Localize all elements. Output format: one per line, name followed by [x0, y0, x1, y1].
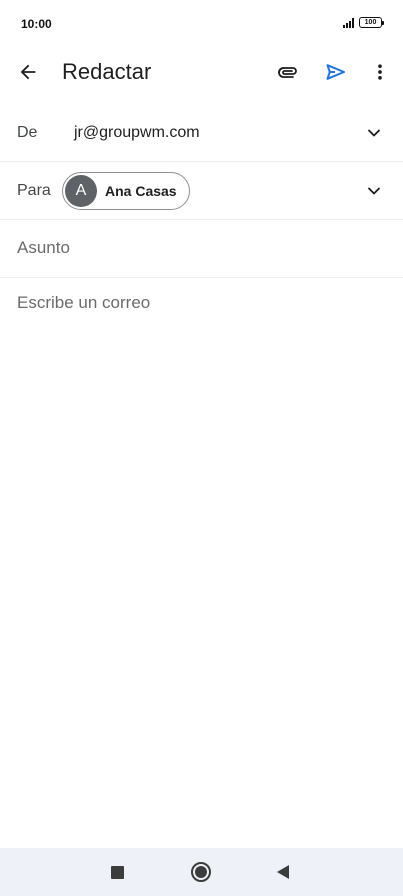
signal-icon [343, 17, 354, 28]
chevron-down-icon [368, 129, 380, 137]
to-label: Para [17, 182, 51, 199]
recents-icon[interactable] [111, 866, 124, 879]
attach-button[interactable] [272, 58, 304, 86]
send-icon [326, 64, 345, 80]
recipient-chip[interactable]: A Ana Casas [62, 172, 190, 210]
to-row[interactable]: Para A Ana Casas [0, 162, 403, 220]
avatar: A [65, 175, 97, 207]
home-icon[interactable] [191, 862, 211, 882]
status-icons: 100 [343, 17, 384, 28]
battery-level: 100 [364, 19, 377, 26]
back-icon[interactable] [277, 865, 289, 879]
recipient-name: Ana Casas [105, 183, 177, 199]
status-time: 10:00 [21, 17, 52, 31]
from-address[interactable]: jr@groupwm.com [74, 124, 200, 142]
from-row[interactable]: De jr@groupwm.com [0, 104, 403, 162]
from-expand-button[interactable] [362, 121, 386, 145]
status-bar: 10:00 100 [0, 0, 403, 48]
chevron-down-icon [368, 187, 380, 195]
battery-icon: 100 [359, 17, 384, 28]
more-vert-icon [378, 64, 382, 80]
paperclip-icon [278, 67, 297, 78]
from-label: De [17, 124, 38, 141]
subject-input[interactable]: Asunto [17, 238, 70, 258]
to-expand-button[interactable] [362, 179, 386, 203]
back-button[interactable] [12, 58, 44, 86]
page-title: Redactar [62, 59, 152, 84]
more-options-button[interactable] [366, 58, 394, 86]
app-bar: Redactar [0, 48, 403, 96]
send-button[interactable] [320, 58, 352, 86]
navigation-bar [0, 848, 403, 896]
body-input[interactable]: Escribe un correo [17, 293, 150, 313]
arrow-back-icon [20, 64, 36, 80]
subject-row[interactable]: Asunto [0, 220, 403, 278]
